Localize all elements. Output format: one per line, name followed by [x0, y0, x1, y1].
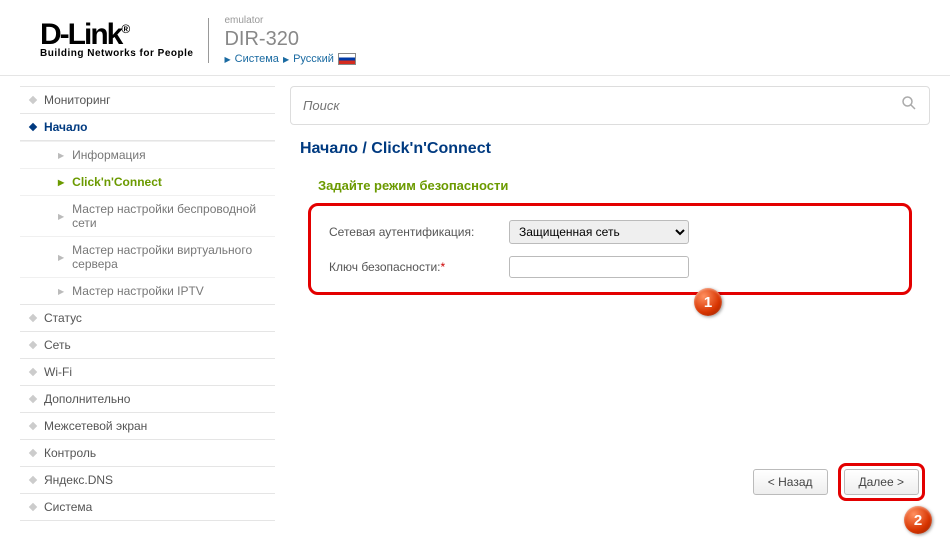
- diamond-icon: [29, 422, 37, 430]
- sidebar-item[interactable]: Дополнительно: [20, 386, 275, 413]
- sidebar-subitem[interactable]: ▶ Мастер настройки IPTV: [20, 277, 275, 304]
- security-form-highlight: Сетевая аутентификация: Защищенная сеть …: [308, 203, 912, 295]
- sidebar-item-label: Начало: [44, 120, 87, 134]
- crumb-language[interactable]: Русский: [293, 53, 334, 65]
- sidebar-item-label: Сеть: [44, 338, 71, 352]
- sidebar-item[interactable]: Межсетевой экран: [20, 413, 275, 440]
- sidebar-subitem-label: Мастер настройки беспроводной сети: [72, 202, 265, 230]
- auth-label: Сетевая аутентификация:: [329, 225, 509, 239]
- chevron-right-icon: ▶: [224, 55, 230, 64]
- key-label: Ключ безопасности:*: [329, 260, 509, 274]
- diamond-icon: [29, 314, 37, 322]
- next-button[interactable]: Далее >: [844, 469, 920, 495]
- logo: D-Link® Building Networks for People: [40, 21, 193, 59]
- diamond-icon: [29, 503, 37, 511]
- sidebar-subitem[interactable]: ▶ Мастер настройки виртуального сервера: [20, 236, 275, 277]
- header: D-Link® Building Networks for People emu…: [0, 0, 950, 76]
- chevron-right-icon: ▶: [283, 55, 289, 64]
- sidebar-subitem-label: Мастер настройки виртуального сервера: [72, 243, 265, 271]
- search-box[interactable]: [290, 86, 930, 125]
- sidebar-item[interactable]: Wi-Fi: [20, 359, 275, 386]
- crumb-system[interactable]: Система: [235, 53, 279, 65]
- diamond-icon: [29, 96, 37, 104]
- main-panel: Начало / Click'n'Connect Задайте режим б…: [280, 76, 950, 531]
- breadcrumb: Начало / Click'n'Connect: [300, 140, 930, 158]
- sidebar-item-label: Wi-Fi: [44, 365, 72, 379]
- sidebar-item-label: Система: [44, 500, 92, 514]
- sidebar-subitem-label: Click'n'Connect: [72, 175, 162, 189]
- sidebar-item-label: Контроль: [44, 446, 96, 460]
- diamond-icon: [29, 395, 37, 403]
- header-crumbs: ▶ Система ▶ Русский: [224, 53, 355, 65]
- sidebar-item[interactable]: Начало: [20, 114, 275, 141]
- search-icon[interactable]: [901, 95, 917, 116]
- sidebar-subitem[interactable]: ▶ Мастер настройки беспроводной сети: [20, 195, 275, 236]
- back-button[interactable]: < Назад: [753, 469, 828, 495]
- sidebar-item[interactable]: Контроль: [20, 440, 275, 467]
- model-name: DIR-320: [224, 28, 355, 51]
- model-block: emulator DIR-320 ▶ Система ▶ Русский: [224, 15, 355, 65]
- sidebar-subitem-label: Информация: [72, 148, 145, 162]
- sidebar-item-label: Межсетевой экран: [44, 419, 147, 433]
- sidebar-item-label: Статус: [44, 311, 82, 325]
- chevron-right-icon: ▶: [58, 178, 64, 187]
- sidebar: Мониторинг Начало ▶ Информация ▶ Click'n'Conn…: [0, 76, 280, 531]
- sidebar-item-label: Дополнительно: [44, 392, 130, 406]
- footer-buttons: < Назад Далее >: [753, 463, 925, 501]
- emulator-label: emulator: [224, 15, 355, 26]
- divider: [208, 18, 209, 63]
- sidebar-item[interactable]: Система: [20, 494, 275, 521]
- chevron-right-icon: ▶: [58, 253, 64, 262]
- logo-text: D-Link®: [40, 21, 193, 48]
- diamond-icon: [29, 341, 37, 349]
- chevron-right-icon: ▶: [58, 287, 64, 296]
- auth-select[interactable]: Защищенная сеть: [509, 220, 689, 244]
- flag-ru-icon: [338, 53, 356, 65]
- security-key-input[interactable]: [509, 256, 689, 278]
- diamond-icon: [29, 123, 37, 131]
- diamond-icon: [29, 368, 37, 376]
- sidebar-item[interactable]: Сеть: [20, 332, 275, 359]
- next-button-highlight: Далее >: [838, 463, 926, 501]
- section-title: Задайте режим безопасности: [318, 178, 930, 193]
- sidebar-subitem[interactable]: ▶ Click'n'Connect: [20, 168, 275, 195]
- chevron-right-icon: ▶: [58, 212, 64, 221]
- sidebar-subitem-label: Мастер настройки IPTV: [72, 284, 204, 298]
- callout-badge-1: 1: [694, 288, 722, 316]
- sidebar-subitem[interactable]: ▶ Информация: [20, 141, 275, 168]
- sidebar-item-label: Мониторинг: [44, 93, 111, 107]
- sidebar-item[interactable]: Статус: [20, 305, 275, 332]
- sidebar-item[interactable]: Яндекс.DNS: [20, 467, 275, 494]
- callout-badge-2: 2: [904, 506, 932, 534]
- diamond-icon: [29, 449, 37, 457]
- search-input[interactable]: [303, 98, 856, 113]
- sidebar-item-label: Яндекс.DNS: [44, 473, 113, 487]
- chevron-right-icon: ▶: [58, 151, 64, 160]
- sidebar-item[interactable]: Мониторинг: [20, 87, 275, 114]
- diamond-icon: [29, 476, 37, 484]
